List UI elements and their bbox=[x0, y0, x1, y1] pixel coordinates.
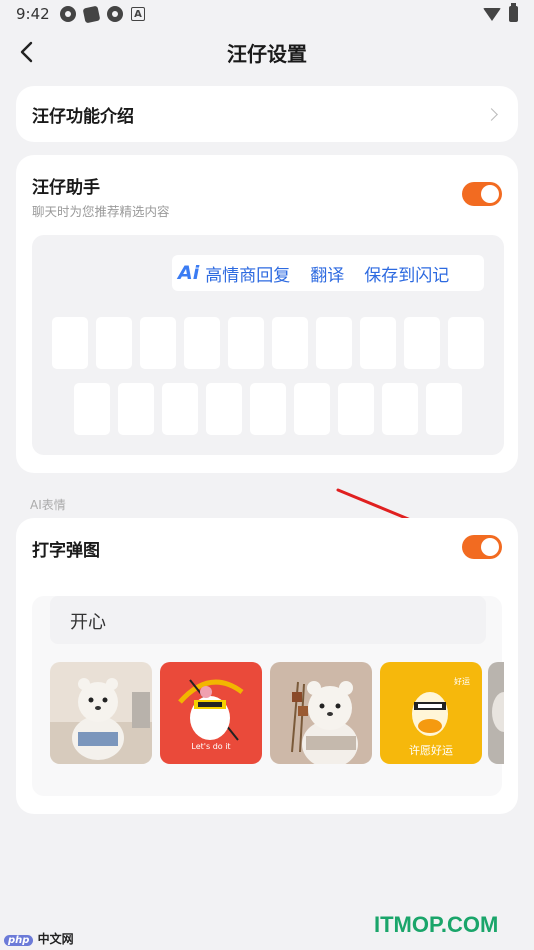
sticker-caption: Let's do it bbox=[191, 742, 231, 751]
php-logo: php bbox=[4, 935, 34, 946]
suggestion-save: 保存到闪记 bbox=[364, 265, 450, 286]
notification-icons: A bbox=[60, 5, 145, 23]
toggle-knob bbox=[481, 185, 499, 203]
typing-sticker-title: 打字弹图 bbox=[32, 541, 100, 561]
typing-sticker-toggle[interactable] bbox=[462, 535, 502, 559]
wifi-icon bbox=[483, 7, 501, 21]
keyboard-key bbox=[448, 317, 484, 369]
keyboard-key bbox=[96, 317, 132, 369]
chevron-right-icon bbox=[485, 108, 498, 121]
mood-text: 开心 bbox=[70, 612, 106, 633]
bear-skewers-image bbox=[270, 662, 372, 764]
assistant-card: 汪仔助手 聊天时为您推荐精选内容 Ai 高情商回复 翻译 保存到闪记 bbox=[16, 155, 518, 473]
status-bar: 9:42 A bbox=[0, 0, 534, 28]
page-title: 汪仔设置 bbox=[227, 42, 307, 66]
keyboard-key bbox=[426, 383, 462, 435]
a-notification-icon: A bbox=[131, 7, 145, 21]
keyboard-key bbox=[360, 317, 396, 369]
suggestion-bar: Ai 高情商回复 翻译 保存到闪记 bbox=[172, 255, 484, 291]
sticker-preview-area: 开心 Let's do it 好运 许愿好运 bbox=[32, 596, 504, 796]
bear-partial-image bbox=[488, 662, 504, 764]
keyboard-key bbox=[118, 383, 154, 435]
sticker-cartoon-yellow[interactable]: 好运 许愿好运 bbox=[380, 662, 482, 764]
status-right bbox=[483, 3, 518, 22]
keyboard-key bbox=[228, 317, 264, 369]
keyboard-key bbox=[52, 317, 88, 369]
keyboard-key bbox=[162, 383, 198, 435]
app-header: 汪仔设置 bbox=[0, 30, 534, 74]
watermark-left: php 中文网 bbox=[4, 930, 74, 947]
suggestion-translate: 翻译 bbox=[310, 265, 345, 286]
keyboard-key bbox=[294, 383, 330, 435]
sticker-caption: 许愿好运 bbox=[409, 744, 453, 757]
watermark-right: ITMOP.COM bbox=[374, 912, 499, 937]
intro-row[interactable]: 汪仔功能介绍 bbox=[16, 86, 518, 142]
app-notification-icon-2 bbox=[107, 6, 123, 22]
assistant-toggle[interactable] bbox=[462, 182, 502, 206]
app-notification-icon bbox=[60, 6, 76, 22]
sticker-bear-partial[interactable] bbox=[488, 662, 504, 764]
watermark-left-text: 中文网 bbox=[37, 932, 74, 946]
bear-office-image bbox=[50, 662, 152, 764]
section-label-ai-expression: AI表情 bbox=[30, 498, 66, 512]
assistant-title: 汪仔助手 bbox=[32, 178, 100, 198]
ai-icon: Ai bbox=[178, 262, 200, 284]
sticker-cartoon-red[interactable]: Let's do it bbox=[160, 662, 262, 764]
sticker-bear-office[interactable] bbox=[50, 662, 152, 764]
keyboard-key bbox=[250, 383, 286, 435]
sticker-bear-skewers[interactable] bbox=[270, 662, 372, 764]
mood-input-preview: 开心 bbox=[50, 596, 486, 644]
keyboard-key bbox=[338, 383, 374, 435]
ai-expression-card: 打字弹图 开心 Let's do it 好运 许愿好运 bbox=[16, 518, 518, 814]
keyboard-key bbox=[74, 383, 110, 435]
card-notification-icon bbox=[82, 5, 101, 23]
suggestion-reply: 高情商回复 bbox=[205, 265, 291, 286]
keyboard-key bbox=[184, 317, 220, 369]
assistant-subtitle: 聊天时为您推荐精选内容 bbox=[32, 204, 170, 219]
keyboard-key bbox=[382, 383, 418, 435]
keyboard-preview: Ai 高情商回复 翻译 保存到闪记 bbox=[32, 235, 504, 455]
keyboard-key bbox=[404, 317, 440, 369]
keyboard-key bbox=[272, 317, 308, 369]
battery-icon bbox=[509, 3, 518, 22]
intro-row-label: 汪仔功能介绍 bbox=[32, 107, 134, 127]
keyboard-key bbox=[140, 317, 176, 369]
sticker-small-text: 好运 bbox=[454, 677, 470, 686]
status-time: 9:42 bbox=[16, 5, 50, 23]
keyboard-key bbox=[316, 317, 352, 369]
keyboard-key bbox=[206, 383, 242, 435]
toggle-knob bbox=[481, 538, 499, 556]
